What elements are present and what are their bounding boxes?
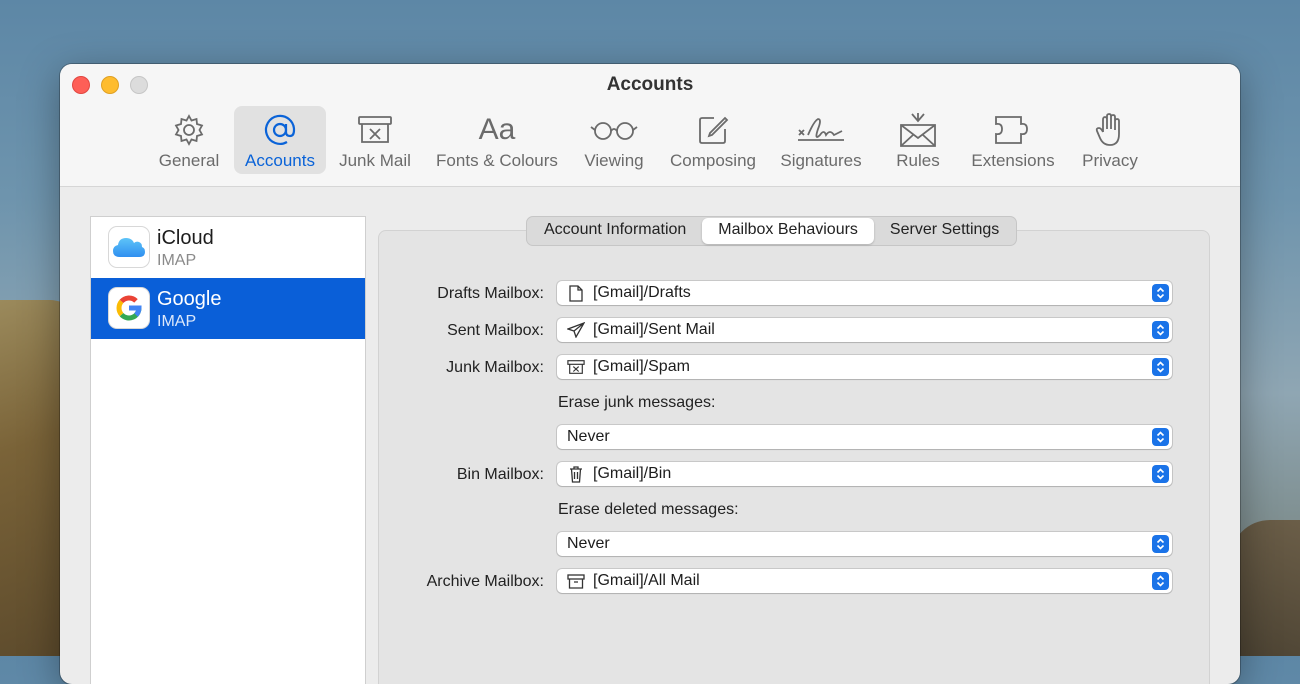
account-row-icloud[interactable]: iCloud IMAP	[91, 217, 365, 278]
archive-mailbox-label: Archive Mailbox:	[426, 573, 544, 590]
tab-server-settings[interactable]: Server Settings	[874, 218, 1015, 244]
erase-deleted-label: Erase deleted messages:	[558, 501, 739, 518]
archive-mailbox-value: [Gmail]/All Mail	[593, 572, 700, 589]
google-icon	[109, 288, 149, 328]
account-name: iCloud	[157, 227, 214, 249]
toolbar-label: Accounts	[245, 151, 315, 170]
erase-junk-label: Erase junk messages:	[558, 394, 716, 411]
fonts-icon: Aa	[478, 113, 516, 146]
glasses-icon	[590, 112, 638, 148]
sent-mailbox-popup[interactable]: [Gmail]/Sent Mail	[557, 318, 1172, 342]
chevron-up-down-icon	[1152, 284, 1169, 302]
paper-plane-icon	[567, 322, 585, 338]
archive-box-icon	[567, 573, 585, 589]
preferences-window: Accounts General Accounts Junk Mail Aa F…	[60, 64, 1240, 684]
toolbar-label: Composing	[670, 151, 756, 170]
toolbar-rules[interactable]: Rules	[882, 106, 954, 174]
erase-deleted-value: Never	[567, 535, 610, 552]
chevron-up-down-icon	[1152, 358, 1169, 376]
compose-icon	[696, 112, 730, 148]
chevron-up-down-icon	[1152, 428, 1169, 446]
toolbar-accounts[interactable]: Accounts	[234, 106, 326, 174]
erase-junk-value: Never	[567, 428, 610, 445]
toolbar-viewing[interactable]: Viewing	[576, 106, 652, 174]
tab-mailbox-behaviours[interactable]: Mailbox Behaviours	[702, 218, 874, 244]
signature-icon	[796, 112, 846, 148]
toolbar-privacy[interactable]: Privacy	[1072, 106, 1148, 174]
toolbar-label: Privacy	[1082, 151, 1138, 170]
junk-mailbox-popup[interactable]: [Gmail]/Spam	[557, 355, 1172, 379]
drafts-mailbox-popup[interactable]: [Gmail]/Drafts	[557, 281, 1172, 305]
junk-mail-icon	[357, 112, 393, 148]
sent-mailbox-value: [Gmail]/Sent Mail	[593, 321, 715, 338]
toolbar-composing[interactable]: Composing	[662, 106, 764, 174]
sent-mailbox-label: Sent Mailbox:	[447, 322, 544, 339]
junk-mailbox-label: Junk Mailbox:	[446, 359, 544, 376]
toolbar-label: Extensions	[971, 151, 1055, 170]
archive-mailbox-popup[interactable]: [Gmail]/All Mail	[557, 569, 1172, 593]
preferences-toolbar: General Accounts Junk Mail Aa Fonts & Co…	[60, 106, 1240, 176]
toolbar-signatures[interactable]: Signatures	[772, 106, 870, 174]
toolbar-general[interactable]: General	[152, 106, 226, 174]
bin-mailbox-label: Bin Mailbox:	[456, 466, 544, 483]
at-icon	[262, 112, 298, 148]
document-icon	[567, 284, 585, 302]
rules-icon	[898, 112, 938, 148]
junk-box-icon	[567, 359, 585, 375]
toolbar-label: Rules	[896, 151, 940, 170]
erase-junk-popup[interactable]: Never	[557, 425, 1172, 449]
toolbar-extensions[interactable]: Extensions	[962, 106, 1064, 174]
drafts-mailbox-label: Drafts Mailbox:	[437, 285, 544, 302]
toolbar-label: General	[158, 151, 220, 170]
gear-icon	[172, 112, 206, 148]
bin-mailbox-value: [Gmail]/Bin	[593, 465, 672, 482]
window-title: Accounts	[606, 74, 694, 95]
toolbar-label: Fonts & Colours	[436, 151, 558, 170]
drafts-mailbox-value: [Gmail]/Drafts	[593, 284, 691, 301]
account-name: Google	[157, 288, 222, 310]
account-row-google[interactable]: Google IMAP	[91, 278, 365, 339]
accounts-pane: iCloud IMAP Google IMAP Account Informat	[60, 187, 1240, 684]
icloud-icon	[109, 227, 149, 267]
hand-icon	[1095, 112, 1125, 148]
junk-mailbox-value: [Gmail]/Spam	[593, 358, 690, 375]
toolbar-label: Viewing	[584, 151, 644, 170]
wallpaper-rocks	[1230, 520, 1300, 656]
toolbar-junk-mail[interactable]: Junk Mail	[332, 106, 418, 174]
toolbar-label: Junk Mail	[339, 151, 411, 170]
chevron-up-down-icon	[1152, 535, 1169, 553]
tab-bar: Account Information Mailbox Behaviours S…	[526, 216, 1018, 246]
tab-account-information[interactable]: Account Information	[528, 218, 702, 244]
toolbar-fonts-colours[interactable]: Aa Fonts & Colours	[428, 106, 566, 174]
chevron-up-down-icon	[1152, 465, 1169, 483]
chevron-up-down-icon	[1152, 572, 1169, 590]
extensions-icon	[993, 112, 1033, 148]
toolbar-label: Signatures	[780, 151, 862, 170]
chevron-up-down-icon	[1152, 321, 1169, 339]
account-type: IMAP	[157, 252, 197, 269]
account-type: IMAP	[157, 313, 197, 330]
bin-mailbox-popup[interactable]: [Gmail]/Bin	[557, 462, 1172, 486]
erase-deleted-popup[interactable]: Never	[557, 532, 1172, 556]
titlebar: Accounts General Accounts Junk Mail Aa F…	[60, 64, 1240, 187]
trash-icon	[567, 465, 585, 483]
account-list[interactable]: iCloud IMAP Google IMAP	[90, 216, 366, 684]
